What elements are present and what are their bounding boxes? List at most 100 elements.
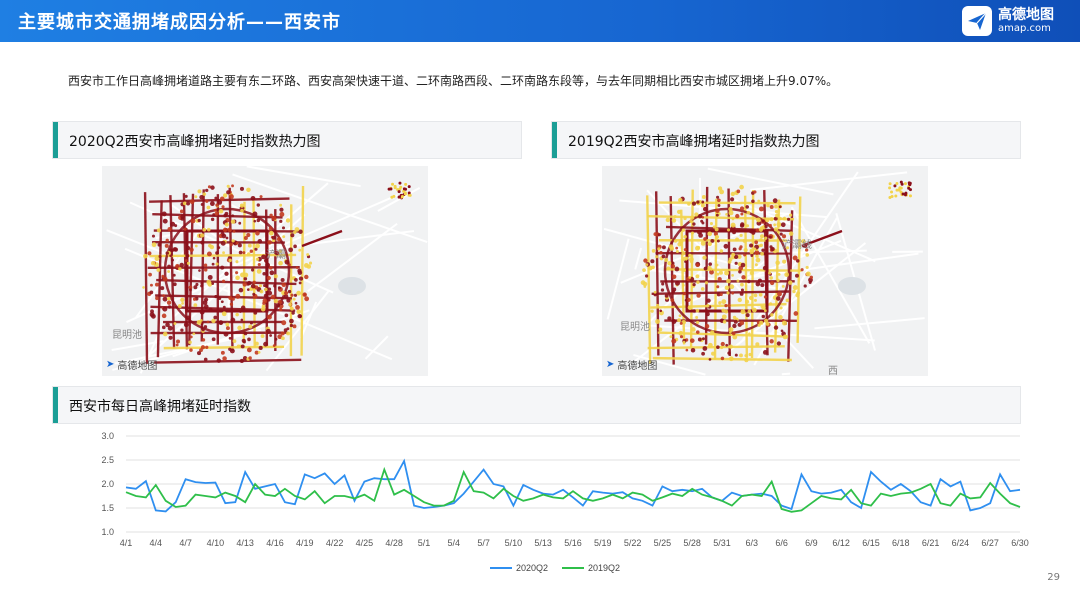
congestion-hotspot (200, 345, 206, 350)
congestion-hotspot (766, 203, 770, 208)
congestion-hotspot (778, 314, 783, 320)
congestion-hotspot (151, 242, 157, 248)
map-water (838, 277, 866, 295)
congestion-hotspot (174, 224, 178, 228)
congestion-hotspot (281, 336, 285, 341)
congestion-hotspot (695, 330, 700, 334)
congestion-hotspot (705, 312, 710, 317)
congestion-hotspot (256, 268, 262, 274)
congestion-hotspot (711, 351, 716, 356)
congestion-hotspot (263, 284, 266, 288)
congestion-hotspot (231, 239, 235, 243)
congestion-hotspot (782, 217, 787, 221)
congestion-hotspot (745, 205, 749, 209)
congestion-hotspot (726, 278, 731, 284)
congestion-hotspot (740, 212, 744, 216)
congestion-hotspot (716, 195, 720, 199)
congestion-hotspot (706, 304, 710, 308)
congestion-hotspot (775, 296, 781, 301)
congestion-hotspot (256, 203, 260, 207)
congestion-hotspot (719, 189, 725, 195)
congestion-hotspot (890, 190, 894, 194)
congestion-hotspot (735, 213, 740, 219)
congestion-hotspot (894, 194, 898, 198)
congestion-hotspot (777, 273, 781, 276)
congestion-hotspot (271, 215, 277, 221)
congestion-hotspot (200, 284, 204, 288)
congestion-hotspot (210, 217, 215, 222)
congestion-hotspot (770, 313, 774, 317)
congestion-hotspot (284, 291, 289, 296)
congestion-hotspot (744, 299, 750, 304)
congested-road (163, 345, 285, 350)
x-tick-label: 4/13 (236, 538, 254, 548)
congestion-hotspot (716, 345, 720, 349)
congestion-hotspot (679, 321, 683, 325)
congestion-hotspot (205, 199, 209, 203)
congestion-hotspot (782, 259, 787, 264)
congestion-hotspot (689, 338, 695, 343)
congestion-hotspot (772, 198, 778, 204)
congestion-hotspot (156, 228, 161, 233)
congestion-hotspot (297, 268, 302, 273)
congestion-hotspot (177, 304, 182, 309)
congestion-hotspot (908, 194, 912, 198)
congestion-hotspot (268, 230, 274, 236)
congestion-hotspot (788, 280, 793, 285)
map-place-label: 昆明池 (620, 322, 650, 333)
congestion-hotspot (671, 274, 677, 280)
congestion-hotspot (795, 273, 799, 278)
congestion-hotspot (675, 246, 679, 250)
congestion-hotspot (708, 358, 712, 361)
congestion-hotspot (240, 318, 244, 322)
congestion-hotspot (671, 319, 677, 324)
congestion-hotspot (197, 189, 202, 194)
congestion-hotspot (149, 290, 154, 295)
congestion-hotspot (753, 247, 757, 251)
congestion-hotspot (642, 281, 648, 287)
congestion-hotspot (243, 331, 248, 336)
congestion-hotspot (717, 277, 722, 282)
congestion-hotspot (292, 324, 297, 329)
congestion-hotspot (217, 246, 221, 249)
congestion-hotspot (660, 288, 665, 292)
congestion-hotspot (707, 241, 713, 247)
congestion-hotspot (731, 217, 735, 221)
congestion-hotspot (753, 190, 757, 194)
congestion-hotspot (728, 331, 732, 334)
congestion-hotspot (239, 203, 245, 208)
congestion-hotspot (228, 296, 233, 300)
congestion-hotspot (667, 261, 672, 266)
congestion-hotspot (218, 208, 224, 214)
congestion-hotspot (143, 253, 148, 259)
congestion-hotspot (264, 287, 268, 292)
congestion-hotspot (165, 238, 169, 243)
congestion-hotspot (252, 280, 256, 284)
congestion-hotspot (175, 343, 179, 347)
congestion-hotspot (188, 340, 192, 345)
congestion-hotspot (190, 218, 196, 224)
congestion-hotspot (294, 278, 298, 282)
congestion-hotspot (399, 185, 403, 189)
y-tick-label: 2.0 (101, 479, 114, 489)
congestion-hotspot (651, 249, 656, 253)
congestion-hotspot (404, 182, 408, 186)
congestion-hotspot (286, 327, 290, 331)
x-tick-label: 4/7 (179, 538, 192, 548)
congestion-hotspot (173, 322, 177, 325)
congestion-hotspot (685, 348, 689, 352)
congestion-hotspot (279, 207, 284, 212)
congestion-hotspot (696, 245, 701, 250)
congestion-hotspot (788, 213, 793, 217)
y-tick-label: 1.0 (101, 527, 114, 537)
congestion-hotspot (888, 182, 892, 186)
congestion-hotspot (180, 297, 185, 302)
congestion-hotspot (210, 185, 215, 190)
congestion-hotspot (161, 325, 166, 330)
congestion-hotspot (684, 298, 688, 302)
congestion-hotspot (239, 358, 244, 364)
congestion-hotspot (724, 304, 728, 308)
congestion-hotspot (761, 248, 765, 252)
congestion-hotspot (726, 228, 731, 232)
series-line-2020Q2 (125, 458, 1021, 513)
